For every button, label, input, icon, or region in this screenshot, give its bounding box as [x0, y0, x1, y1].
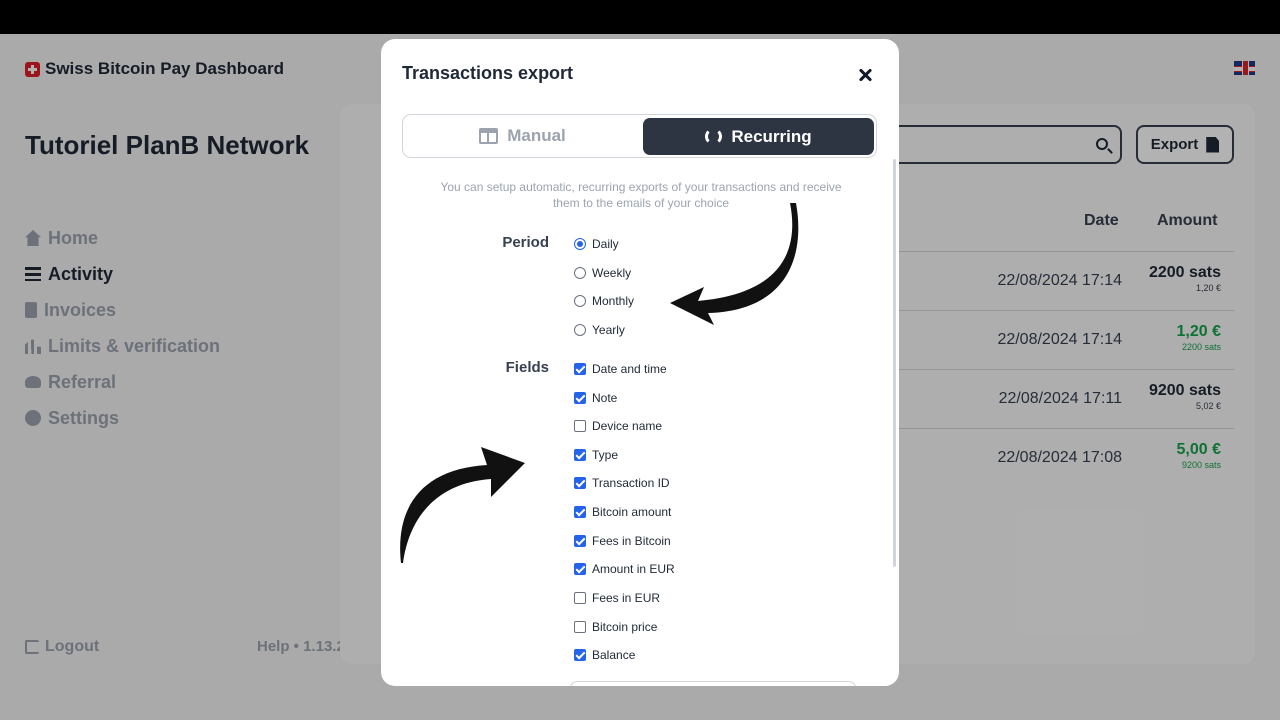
option-label: Amount in EUR: [592, 562, 675, 576]
checkbox[interactable]: [574, 563, 586, 575]
option-label: Balance: [592, 648, 636, 662]
option-label: Daily: [592, 237, 619, 251]
field-option-fees-bitcoin[interactable]: Fees in Bitcoin: [574, 533, 671, 549]
option-label: Yearly: [592, 323, 625, 337]
tab-manual-label: Manual: [507, 126, 566, 145]
field-option-balance[interactable]: Balance: [574, 647, 635, 663]
option-label: Fees in EUR: [592, 591, 661, 605]
option-label: Note: [592, 391, 618, 405]
tab-recurring-label: Recurring: [731, 126, 812, 146]
field-option-date-time[interactable]: Date and time: [574, 361, 667, 377]
radio-button[interactable]: [574, 267, 586, 279]
tab-manual[interactable]: Manual: [403, 115, 642, 157]
checkbox[interactable]: [574, 420, 586, 432]
period-option-yearly[interactable]: Yearly: [574, 322, 625, 338]
checkbox[interactable]: [574, 592, 586, 604]
export-mode-toggle: Manual Recurring: [402, 114, 877, 158]
field-option-transaction-id[interactable]: Transaction ID: [574, 475, 670, 491]
checkbox[interactable]: [574, 449, 586, 461]
field-option-note[interactable]: Note: [574, 390, 617, 406]
annotation-arrow-period: [670, 203, 799, 325]
field-option-amount-eur[interactable]: Amount in EUR: [574, 561, 675, 577]
option-label: Weekly: [592, 266, 632, 280]
option-label: Bitcoin price: [592, 620, 658, 634]
field-option-fees-eur[interactable]: Fees in EUR: [574, 590, 660, 606]
checkbox[interactable]: [574, 477, 586, 489]
field-option-bitcoin-price[interactable]: Bitcoin price: [574, 619, 657, 635]
radio-button[interactable]: [574, 238, 586, 250]
radio-button[interactable]: [574, 295, 586, 307]
email-input[interactable]: [570, 681, 856, 686]
checkbox[interactable]: [574, 392, 586, 404]
option-label: Device name: [592, 419, 663, 433]
table-icon: [479, 128, 499, 144]
refresh-icon: [705, 128, 723, 145]
option-label: Monthly: [592, 294, 635, 308]
option-label: Type: [592, 448, 619, 462]
option-label: Bitcoin amount: [592, 505, 672, 519]
modal-title: Transactions export: [402, 63, 574, 83]
checkbox[interactable]: [574, 649, 586, 661]
period-option-weekly[interactable]: Weekly: [574, 265, 631, 281]
annotation-arrow-fields: [400, 447, 525, 563]
close-icon[interactable]: [855, 65, 875, 85]
radio-button[interactable]: [574, 324, 586, 336]
checkbox[interactable]: [574, 621, 586, 633]
option-label: Fees in Bitcoin: [592, 534, 671, 548]
period-option-daily[interactable]: Daily: [574, 236, 619, 252]
field-option-type[interactable]: Type: [574, 447, 618, 463]
checkbox[interactable]: [574, 363, 586, 375]
period-option-monthly[interactable]: Monthly: [574, 293, 634, 309]
dashboard-app: Swiss Bitcoin Pay Dashboard Tutoriel Pla…: [0, 34, 1280, 720]
checkbox[interactable]: [574, 506, 586, 518]
top-black-bar: [0, 0, 1280, 34]
field-option-device-name[interactable]: Device name: [574, 418, 662, 434]
checkbox[interactable]: [574, 535, 586, 547]
modal-scrollbar[interactable]: [893, 159, 896, 567]
period-label: Period: [502, 234, 549, 251]
field-option-bitcoin-amount[interactable]: Bitcoin amount: [574, 504, 671, 520]
option-label: Date and time: [592, 362, 667, 376]
fields-label: Fields: [505, 359, 549, 376]
transactions-export-modal: Transactions export Manual Recurring You…: [381, 39, 899, 686]
tab-recurring[interactable]: Recurring: [643, 118, 874, 155]
option-label: Transaction ID: [592, 476, 670, 490]
